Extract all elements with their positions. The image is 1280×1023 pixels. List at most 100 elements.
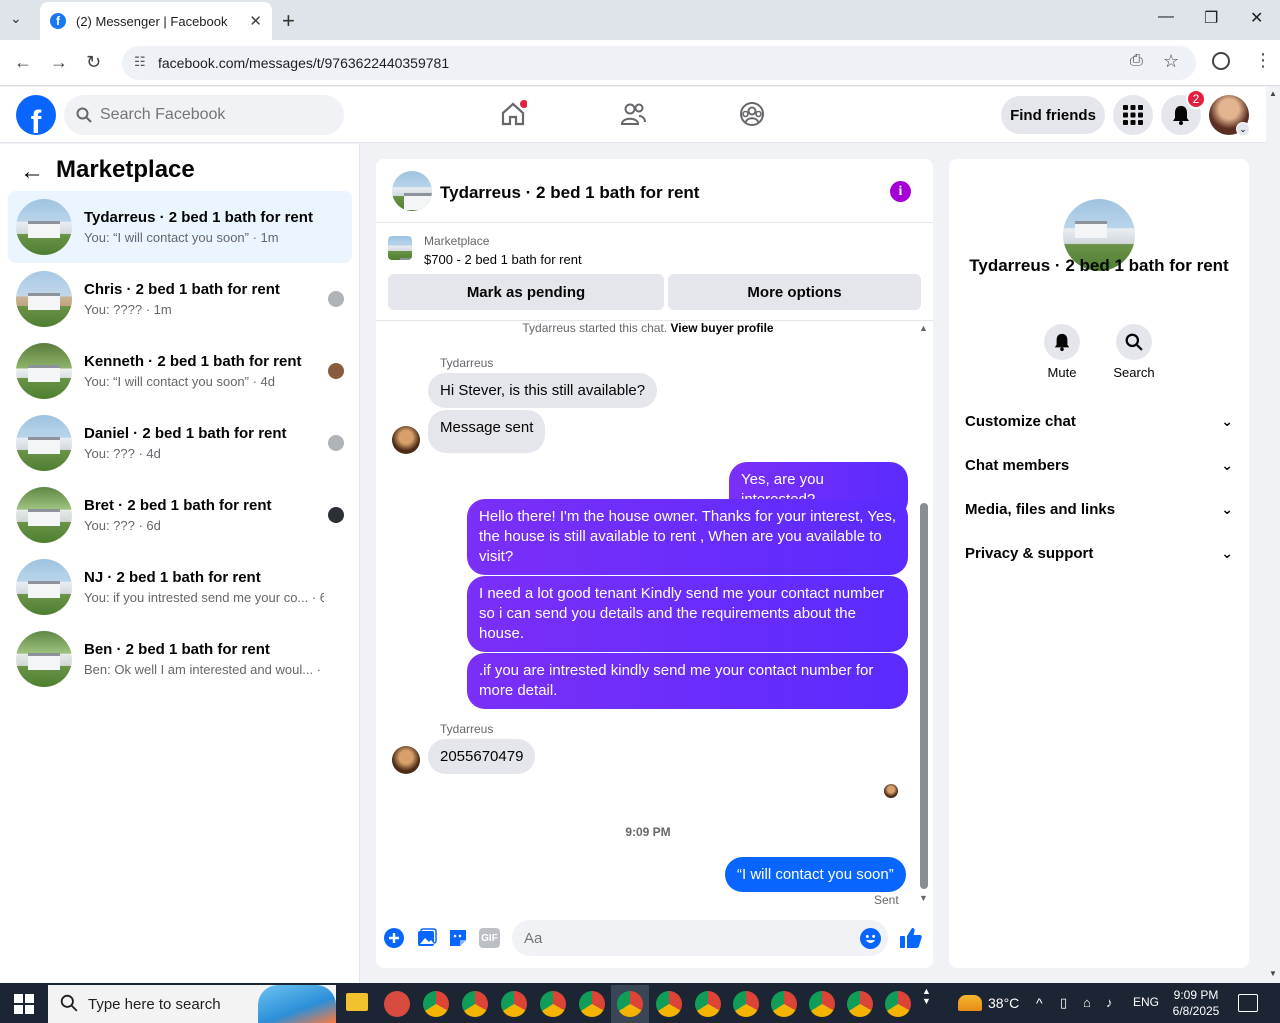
close-tab-icon[interactable]: ✕	[249, 12, 262, 30]
chrome-icon[interactable]	[656, 991, 682, 1017]
outgoing-message[interactable]: Hello there! I'm the house owner. Thanks…	[467, 499, 908, 575]
chat-title[interactable]: Tydarreus · 2 bed 1 bath for rent	[440, 183, 699, 203]
sender-avatar[interactable]	[392, 746, 420, 774]
more-actions-plus-icon[interactable]	[384, 928, 404, 948]
windows-start-icon[interactable]	[14, 994, 34, 1014]
chrome-icon[interactable]	[847, 991, 873, 1017]
chrome-icon[interactable]	[501, 991, 527, 1017]
mute-bell-icon[interactable]	[1044, 324, 1080, 360]
facebook-logo-icon[interactable]: f	[16, 95, 56, 135]
sender-avatar[interactable]	[392, 426, 420, 454]
weather-icon[interactable]	[958, 995, 982, 1011]
new-tab-icon[interactable]: +	[282, 8, 295, 34]
conversation-preview: You: “I will contact you soon” · 1m	[84, 230, 279, 245]
tray-chevron-icon[interactable]: ^	[1036, 995, 1043, 1011]
chrome-icon[interactable]	[695, 991, 721, 1017]
install-app-icon[interactable]: ⎙	[1130, 52, 1143, 70]
site-info-icon[interactable]: ☷	[134, 54, 146, 70]
incoming-message[interactable]: Message sent	[428, 410, 546, 453]
network-icon[interactable]: ⌂	[1083, 995, 1091, 1010]
chrome-icon[interactable]	[771, 991, 797, 1017]
chrome-icon[interactable]	[579, 991, 605, 1017]
browser-tab[interactable]: f (2) Messenger | Facebook ✕	[40, 2, 272, 40]
chrome-icon[interactable]	[885, 991, 911, 1017]
conversation-item[interactable]: Tydarreus · 2 bed 1 bath for rent You: “I…	[8, 191, 352, 263]
page-scroll-up-icon[interactable]: ▲	[1269, 89, 1277, 98]
language-indicator[interactable]: ENG	[1133, 995, 1159, 1009]
search-in-chat-icon[interactable]	[1116, 324, 1152, 360]
row-label: Chat members	[965, 456, 1070, 474]
conversation-item[interactable]: Bret · 2 bed 1 bath for rent You: ??? · 6…	[8, 479, 352, 551]
view-buyer-profile-link[interactable]: View buyer profile	[670, 321, 773, 335]
privacy-support-row[interactable]: Privacy & support ⌄	[965, 541, 1233, 565]
chat-listing-avatar[interactable]	[392, 171, 432, 211]
tray-device-icon[interactable]: ▯	[1060, 995, 1067, 1011]
chrome-icon[interactable]	[540, 991, 566, 1017]
groups-icon[interactable]	[738, 100, 766, 128]
chrome-icon[interactable]	[423, 991, 449, 1017]
scroll-up-icon[interactable]: ▲	[919, 323, 928, 333]
conversation-item[interactable]: Chris · 2 bed 1 bath for rent You: ???? ·…	[8, 263, 352, 335]
page-scroll-down-icon[interactable]: ▼	[1269, 969, 1277, 978]
incoming-message[interactable]: Hi Stever, is this still available?	[428, 373, 658, 408]
weather-temp[interactable]: 38°C	[988, 995, 1019, 1011]
account-chevron-icon[interactable]: ⌄	[1236, 122, 1250, 136]
bookmark-star-icon[interactable]: ☆	[1163, 51, 1179, 72]
chat-scrollbar[interactable]: ▲ ▼	[919, 323, 929, 903]
outgoing-message[interactable]: .if you are intrested kindly send me you…	[467, 653, 908, 709]
sent-status: Sent	[874, 893, 899, 907]
scroll-down-icon[interactable]: ▼	[919, 893, 928, 903]
search-input[interactable]	[100, 106, 320, 124]
chrome-icon[interactable]	[733, 991, 759, 1017]
conversation-item[interactable]: NJ · 2 bed 1 bath for rent You: if you in…	[8, 551, 352, 623]
home-icon[interactable]	[499, 100, 527, 128]
taskbar-scroll-icon[interactable]: ▲ ▼	[922, 986, 931, 1006]
browser-menu-icon[interactable]: ⋮	[1254, 50, 1272, 71]
sticker-icon[interactable]	[448, 928, 468, 948]
address-bar[interactable]: ☷ facebook.com/messages/t/97636224403597…	[122, 46, 1196, 80]
listing-price[interactable]: $700 - 2 bed 1 bath for rent	[424, 252, 582, 267]
customize-chat-row[interactable]: Customize chat ⌄	[965, 409, 1233, 433]
clock[interactable]: 9:09 PM 6/8/2025	[1168, 987, 1224, 1019]
attach-photo-icon[interactable]	[417, 928, 437, 948]
conversation-item[interactable]: Ben · 2 bed 1 bath for rent Ben: Ok well …	[8, 623, 352, 695]
tab-list-chevron-icon[interactable]: ⌄	[10, 10, 22, 27]
chrome-icon[interactable]	[462, 991, 488, 1017]
outgoing-message[interactable]: “I will contact you soon”	[725, 857, 906, 892]
media-files-links-row[interactable]: Media, files and links ⌄	[965, 497, 1233, 521]
back-arrow-icon[interactable]: ←	[20, 158, 44, 186]
like-thumbs-up-icon[interactable]	[899, 926, 923, 950]
file-explorer-icon[interactable]	[346, 993, 368, 1011]
conversation-item[interactable]: Kenneth · 2 bed 1 bath for rent You: “I w…	[8, 335, 352, 407]
chat-members-row[interactable]: Chat members ⌄	[965, 453, 1233, 477]
conversation-info-icon[interactable]: i	[890, 181, 911, 202]
more-options-button[interactable]: More options	[668, 274, 921, 310]
reload-icon[interactable]: ↻	[86, 52, 101, 73]
volume-icon[interactable]: ♪	[1106, 995, 1113, 1010]
profile-icon[interactable]	[1212, 52, 1230, 70]
find-friends-button[interactable]: Find friends	[1001, 96, 1105, 134]
scrollbar-thumb[interactable]	[920, 503, 928, 889]
minimize-icon[interactable]: —	[1158, 8, 1174, 26]
gif-icon[interactable]: GIF	[479, 928, 500, 948]
back-icon[interactable]: ←	[14, 52, 32, 73]
emoji-icon[interactable]	[860, 928, 881, 949]
chrome-icon[interactable]	[617, 991, 643, 1017]
conversation-item[interactable]: Daniel · 2 bed 1 bath for rent You: ??? ·…	[8, 407, 352, 479]
restore-icon[interactable]: ❐	[1204, 8, 1218, 28]
mark-as-pending-button[interactable]: Mark as pending	[388, 274, 664, 310]
message-composer[interactable]	[512, 920, 888, 956]
incoming-message[interactable]: 2055670479	[428, 739, 536, 774]
menu-grid-icon[interactable]	[1113, 95, 1153, 135]
chrome-icon[interactable]	[809, 991, 835, 1017]
outgoing-message[interactable]: I need a lot good tenant Kindly send me …	[467, 576, 908, 652]
friends-icon[interactable]	[619, 100, 647, 128]
taskbar-app-icon[interactable]	[384, 991, 410, 1017]
close-window-icon[interactable]: ✕	[1250, 8, 1263, 28]
facebook-search[interactable]	[64, 95, 344, 135]
message-input[interactable]	[524, 929, 844, 947]
page-scrollbar[interactable]: ▲ ▼	[1266, 87, 1280, 983]
read-receipt-avatar	[328, 435, 344, 451]
notification-center-icon[interactable]	[1238, 994, 1258, 1012]
forward-icon[interactable]: →	[50, 52, 68, 73]
